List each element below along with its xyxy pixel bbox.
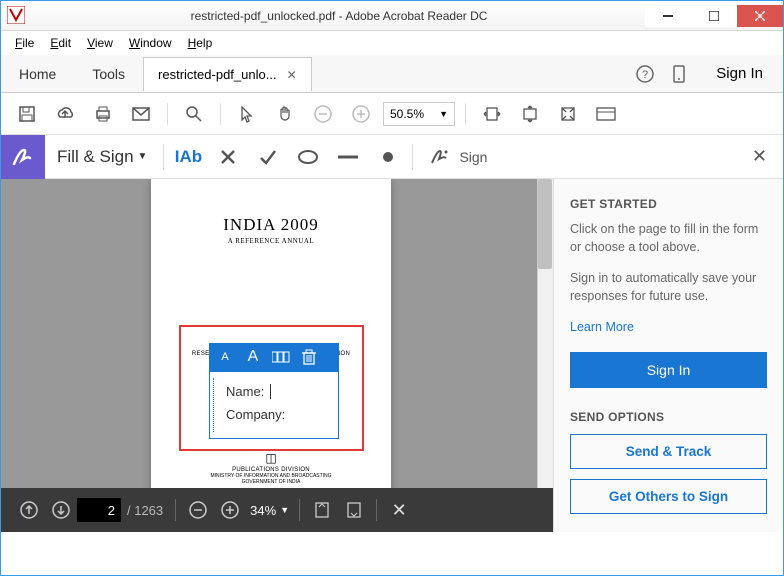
fit-two-icon[interactable] (338, 494, 370, 526)
tab-document[interactable]: restricted-pdf_unlo... ✕ (143, 57, 312, 91)
menu-view[interactable]: View (81, 34, 119, 52)
doc-gov: GOVERNMENT OF INDIA (151, 479, 391, 485)
cloud-icon[interactable] (49, 98, 81, 130)
main-toolbar: 50.5%▼ (1, 93, 783, 135)
fit-one-icon[interactable] (306, 494, 338, 526)
menu-edit[interactable]: Edit (44, 34, 77, 52)
minimize-button[interactable] (645, 5, 691, 27)
spacing-icon[interactable] (271, 347, 291, 367)
sign-button[interactable]: Sign (417, 147, 499, 167)
get-started-text1: Click on the page to fill in the form or… (570, 221, 767, 256)
tab-close-icon[interactable]: ✕ (287, 68, 297, 82)
get-started-heading: GET STARTED (570, 197, 767, 211)
zoom-out-icon[interactable] (307, 98, 339, 130)
learn-more-link[interactable]: Learn More (570, 320, 634, 334)
read-mode-icon[interactable] (590, 98, 622, 130)
circle-icon[interactable] (288, 139, 328, 175)
page-input[interactable] (77, 498, 121, 522)
scrollbar-thumb[interactable] (538, 179, 552, 269)
check-mark-icon[interactable] (248, 139, 288, 175)
document-viewport[interactable]: INDIA 2009 A REFERENCE ANNUAL Compiled b… (1, 179, 553, 532)
email-icon[interactable] (125, 98, 157, 130)
signin-link[interactable]: Sign In (696, 65, 783, 82)
get-others-sign-button[interactable]: Get Others to Sign (570, 479, 767, 514)
side-panel: GET STARTED Click on the page to fill in… (553, 179, 783, 532)
select-icon[interactable] (231, 98, 263, 130)
zoom-in-icon[interactable] (345, 98, 377, 130)
x-mark-icon[interactable] (208, 139, 248, 175)
signature-icon (429, 147, 451, 167)
content-area: INDIA 2009 A REFERENCE ANNUAL Compiled b… (1, 179, 783, 532)
close-bar-icon[interactable]: ✕ (383, 494, 415, 526)
close-button[interactable] (737, 5, 783, 27)
dot-icon[interactable] (368, 139, 408, 175)
menu-window[interactable]: Window (123, 34, 178, 52)
doc-logo-icon: ◫ (151, 451, 391, 465)
close-fillbar-icon[interactable]: ✕ (752, 146, 767, 167)
scrollbar-track[interactable] (537, 179, 553, 532)
prev-page-icon[interactable] (13, 494, 45, 526)
zoom-in-btn-icon[interactable] (214, 494, 246, 526)
doc-title: INDIA 2009 (151, 215, 391, 235)
app-icon (7, 6, 27, 26)
tab-document-label: restricted-pdf_unlo... (158, 67, 277, 82)
top-tabs: Home Tools restricted-pdf_unlo... ✕ ? Si… (1, 55, 783, 93)
next-page-icon[interactable] (45, 494, 77, 526)
fill-sign-dropdown[interactable]: Fill & Sign▼ (45, 147, 159, 167)
text-edit-toolbar: A A (209, 343, 339, 371)
print-icon[interactable] (87, 98, 119, 130)
menu-help[interactable]: Help (182, 34, 219, 52)
menu-bar: File Edit View Window Help (1, 31, 783, 55)
text-tool-icon[interactable]: IAb (168, 139, 208, 175)
zoom-select[interactable]: 50.5%▼ (383, 102, 455, 126)
zoom-value: 50.5% (390, 107, 424, 121)
svg-text:?: ? (642, 69, 648, 81)
menu-file[interactable]: File (9, 34, 40, 52)
field-company: Company: (226, 407, 330, 422)
save-icon[interactable] (11, 98, 43, 130)
tab-home[interactable]: Home (1, 56, 74, 92)
small-a-icon[interactable]: A (215, 347, 235, 367)
signin-button[interactable]: Sign In (570, 352, 767, 388)
help-icon[interactable]: ? (628, 57, 662, 91)
text-edit-widget[interactable]: A A Name: Company: (209, 343, 339, 439)
page-total: / 1263 (127, 503, 163, 518)
sign-label: Sign (459, 149, 487, 165)
fill-sign-bar: Fill & Sign▼ IAb Sign ✕ (1, 135, 783, 179)
search-icon[interactable] (178, 98, 210, 130)
page-nav-bar: / 1263 34%▼ ✕ (1, 488, 553, 532)
zoom-out-btn-icon[interactable] (182, 494, 214, 526)
send-track-button[interactable]: Send & Track (570, 434, 767, 469)
send-options-heading: SEND OPTIONS (570, 410, 767, 424)
fit-width-icon[interactable] (476, 98, 508, 130)
zoom-display[interactable]: 34%▼ (250, 503, 289, 518)
fit-page-icon[interactable] (552, 98, 584, 130)
tab-tools[interactable]: Tools (74, 56, 143, 92)
fit-height-icon[interactable] (514, 98, 546, 130)
fill-sign-badge-icon (1, 135, 45, 179)
hand-icon[interactable] (269, 98, 301, 130)
field-name: Name: (226, 384, 330, 399)
get-started-text2: Sign in to automatically save your respo… (570, 270, 767, 305)
text-edit-box[interactable]: Name: Company: (209, 371, 339, 439)
mobile-icon[interactable] (662, 57, 696, 91)
maximize-button[interactable] (691, 5, 737, 27)
doc-subtitle: A REFERENCE ANNUAL (151, 237, 391, 245)
window-titlebar: restricted-pdf_unlocked.pdf - Adobe Acro… (1, 1, 783, 31)
line-icon[interactable] (328, 139, 368, 175)
large-a-icon[interactable]: A (243, 347, 263, 367)
window-title: restricted-pdf_unlocked.pdf - Adobe Acro… (33, 9, 645, 23)
delete-icon[interactable] (299, 347, 319, 367)
